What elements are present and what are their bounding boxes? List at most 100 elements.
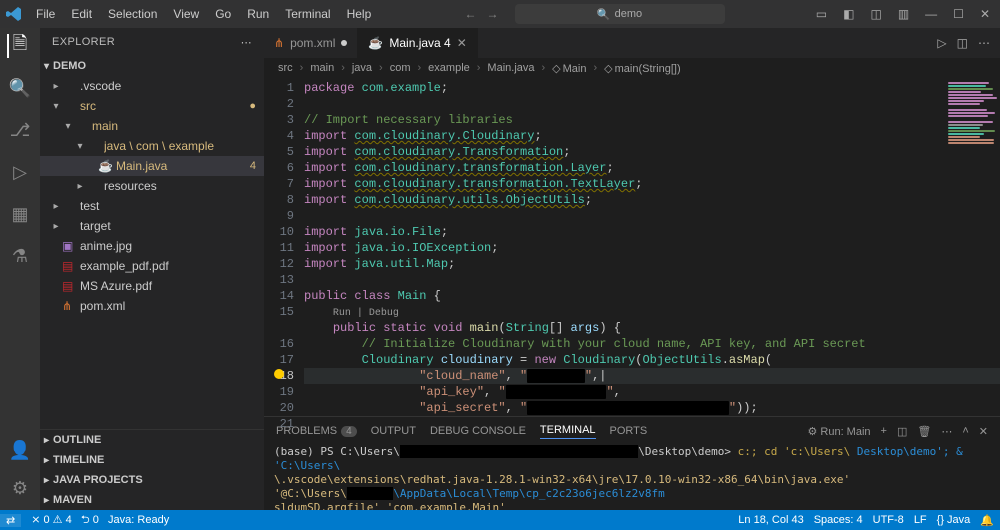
- breadcrumb-segment[interactable]: main: [310, 62, 334, 74]
- layout-toggle-panel-icon[interactable]: ▭: [812, 7, 831, 21]
- section-timeline[interactable]: TIMELINE: [40, 450, 264, 470]
- menu-help[interactable]: Help: [341, 0, 378, 28]
- layout-toggle-sidebar-icon[interactable]: ◧: [839, 7, 858, 21]
- code-line[interactable]: import com.cloudinary.transformation.Lay…: [304, 160, 1000, 176]
- tree-folder-open-src[interactable]: src ●: [40, 96, 264, 116]
- search-text: demo: [615, 8, 643, 20]
- code-line[interactable]: [304, 272, 1000, 288]
- tree-folder-closed-target[interactable]: target: [40, 216, 264, 236]
- menu-edit[interactable]: Edit: [65, 0, 98, 28]
- tree-folder-open-main[interactable]: main: [40, 116, 264, 136]
- window-minimize-icon[interactable]: —: [921, 7, 941, 21]
- status-item[interactable]: Spaces: 4: [814, 514, 863, 526]
- code-line[interactable]: import com.cloudinary.transformation.Tex…: [304, 176, 1000, 192]
- terminal-output[interactable]: (base) PS C:\Users\xxxxxxxxxxxxxxxxxxxxx…: [264, 445, 1000, 510]
- code-line[interactable]: import java.util.Map;: [304, 256, 1000, 272]
- activity-search-icon[interactable]: 🔍: [8, 76, 32, 100]
- code-line[interactable]: [304, 96, 1000, 112]
- breadcrumb-segment[interactable]: com: [390, 62, 411, 74]
- breadcrumb-segment[interactable]: example: [428, 62, 470, 74]
- activity-settings-icon[interactable]: ⚙: [8, 476, 32, 500]
- minimap[interactable]: [944, 78, 1000, 188]
- nav-back-icon[interactable]: ←: [465, 7, 477, 21]
- section-maven[interactable]: MAVEN: [40, 490, 264, 510]
- menu-selection[interactable]: Selection: [102, 0, 163, 28]
- breadcrumb-segment[interactable]: ◇main(String[]): [604, 62, 681, 75]
- menu-file[interactable]: File: [30, 0, 61, 28]
- editor-area: ⋔ pom.xml ☕ Main.java 4 ✕ ▷ ◫ ⋯ src main j…: [264, 28, 1000, 510]
- section-java-projects[interactable]: JAVA PROJECTS: [40, 470, 264, 490]
- image-icon: ▣: [62, 239, 76, 253]
- explorer-sidebar: EXPLORER ⋯ DEMO .vscode src ● main java …: [40, 28, 264, 510]
- code-line[interactable]: "api_secret", "xxxxxxxxxxxxxxxxxxxxxxxxx…: [304, 400, 1000, 416]
- status-item[interactable]: Ln 18, Col 43: [738, 514, 803, 526]
- code-line[interactable]: "api_key", "xxxxxxxxxxxxxx",: [304, 384, 1000, 400]
- search-icon: 🔍: [597, 8, 611, 21]
- activity-run-debug-icon[interactable]: ▷: [8, 160, 32, 184]
- status-notifications-icon[interactable]: 🔔: [980, 514, 994, 527]
- tree-folder-closed-resources[interactable]: resources: [40, 176, 264, 196]
- code-line[interactable]: import com.cloudinary.Cloudinary;: [304, 128, 1000, 144]
- code-line[interactable]: "cloud_name", "xxxxxxxx",|: [304, 368, 1000, 384]
- breadcrumb-segment[interactable]: Main.java: [487, 62, 534, 74]
- tree-file-pom-xml[interactable]: ⋔ pom.xml: [40, 296, 264, 316]
- code-line[interactable]: import java.io.IOException;: [304, 240, 1000, 256]
- code-line[interactable]: import java.io.File;: [304, 224, 1000, 240]
- menu-go[interactable]: Go: [209, 0, 237, 28]
- breadcrumb-segment[interactable]: src: [278, 62, 293, 74]
- status-item[interactable]: Java: Ready: [108, 514, 169, 526]
- section-outline[interactable]: OUTLINE: [40, 430, 264, 450]
- menu-terminal[interactable]: Terminal: [279, 0, 336, 28]
- layout-customize-icon[interactable]: ▥: [894, 7, 913, 21]
- tree-folder-closed-test[interactable]: test: [40, 196, 264, 216]
- tab-main-java[interactable]: ☕ Main.java 4 ✕: [358, 28, 477, 58]
- code-line[interactable]: Cloudinary cloudinary = new Cloudinary(O…: [304, 352, 1000, 368]
- tree-file-main-java[interactable]: ☕ Main.java 4: [40, 156, 264, 176]
- layout-split-icon[interactable]: ◫: [866, 7, 885, 21]
- menu-run[interactable]: Run: [241, 0, 275, 28]
- code-line[interactable]: import com.cloudinary.utils.ObjectUtils;: [304, 192, 1000, 208]
- breadcrumb-segment[interactable]: ◇Main: [552, 62, 586, 75]
- activity-explorer-icon[interactable]: 🗎: [7, 34, 31, 58]
- code-line[interactable]: [304, 208, 1000, 224]
- window-maximize-icon[interactable]: ☐: [949, 7, 968, 21]
- split-editor-icon[interactable]: ◫: [957, 36, 968, 50]
- tree-file-anime-jpg[interactable]: ▣ anime.jpg: [40, 236, 264, 256]
- run-button-icon[interactable]: ▷: [937, 36, 946, 50]
- tree-file-example-pdf-pdf[interactable]: ▤ example_pdf.pdf: [40, 256, 264, 276]
- breadcrumbs[interactable]: src main java com example Main.java ◇Main ◇main…: [264, 58, 1000, 78]
- code-line[interactable]: Run | Debug: [304, 304, 1000, 320]
- window-close-icon[interactable]: ✕: [976, 7, 994, 21]
- explorer-root[interactable]: DEMO: [40, 56, 264, 76]
- tree-folder-closed--vscode[interactable]: .vscode: [40, 76, 264, 96]
- activity-extensions-icon[interactable]: ▦: [8, 202, 32, 226]
- menu-view[interactable]: View: [167, 0, 205, 28]
- code-line[interactable]: // Import necessary libraries: [304, 112, 1000, 128]
- code-line[interactable]: public static void main(String[] args) {: [304, 320, 1000, 336]
- status-item[interactable]: UTF-8: [873, 514, 904, 526]
- nav-forward-icon[interactable]: →: [487, 7, 499, 21]
- status-remote-icon[interactable]: ⇄: [0, 514, 21, 527]
- status-item[interactable]: LF: [914, 514, 927, 526]
- activity-testing-icon[interactable]: ⚗: [8, 244, 32, 268]
- status-item[interactable]: {} Java: [937, 514, 971, 526]
- code-line[interactable]: // Initialize Cloudinary with your cloud…: [304, 336, 1000, 352]
- tree-file-ms-azure-pdf[interactable]: ▤ MS Azure.pdf: [40, 276, 264, 296]
- tab-more-icon[interactable]: ⋯: [978, 36, 990, 50]
- tab-pom-xml[interactable]: ⋔ pom.xml: [264, 28, 358, 58]
- status-item[interactable]: ⨯ 0 ⚠ 4: [31, 514, 71, 526]
- sidebar-more-icon[interactable]: ⋯: [241, 36, 252, 49]
- tree-folder-open-java-com-example[interactable]: java \ com \ example: [40, 136, 264, 156]
- code-line[interactable]: package com.example;: [304, 80, 1000, 96]
- code-line[interactable]: import com.cloudinary.Transformation;: [304, 144, 1000, 160]
- command-center-search[interactable]: 🔍 demo: [515, 4, 725, 24]
- close-tab-icon[interactable]: ✕: [457, 36, 467, 50]
- lightbulb-icon[interactable]: [274, 369, 284, 379]
- code-editor[interactable]: 123456789101112131415161718192021 packag…: [264, 78, 1000, 416]
- breadcrumb-segment[interactable]: java: [352, 62, 372, 74]
- activity-accounts-icon[interactable]: 👤: [8, 438, 32, 462]
- code-line[interactable]: [304, 416, 1000, 432]
- activity-source-control-icon[interactable]: ⎇: [8, 118, 32, 142]
- code-line[interactable]: public class Main {: [304, 288, 1000, 304]
- status-item[interactable]: ⮌ 0: [81, 514, 99, 526]
